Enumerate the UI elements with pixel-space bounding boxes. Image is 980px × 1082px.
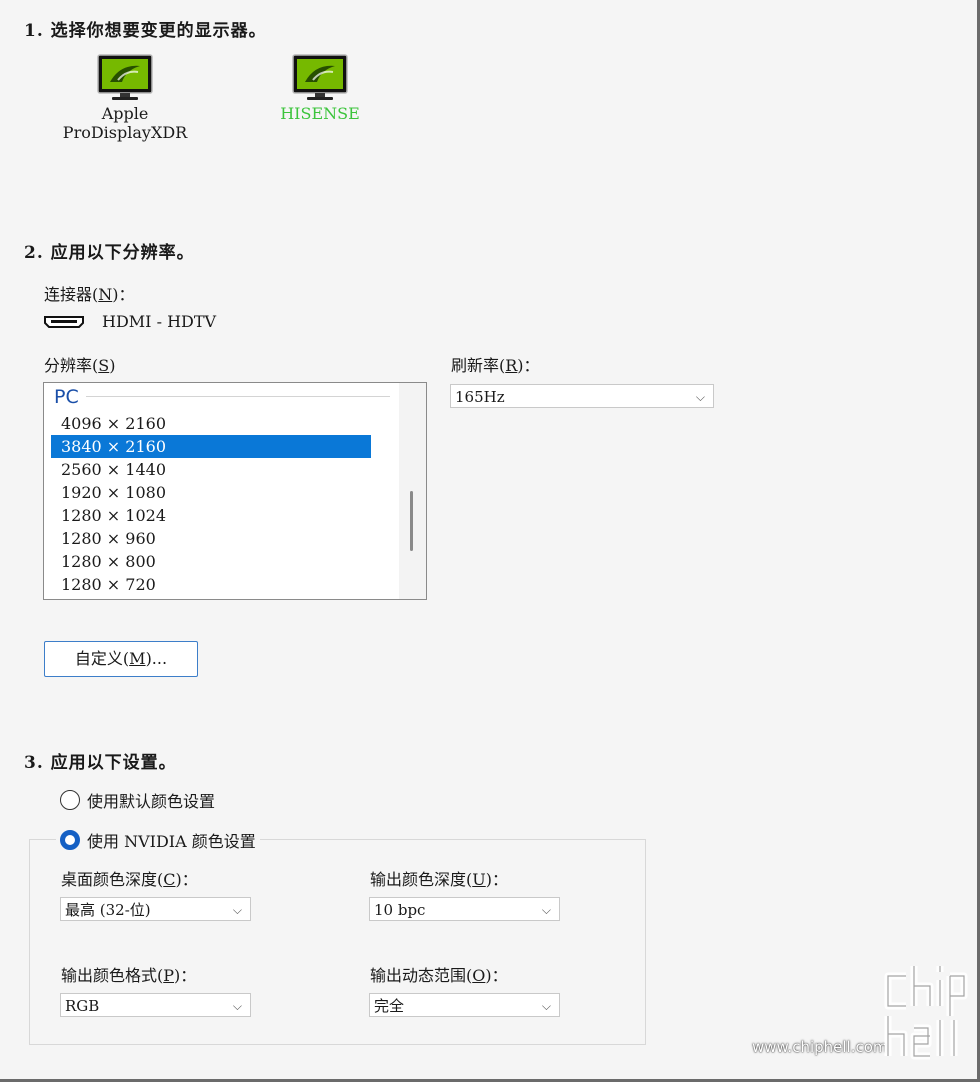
section3-title: 3. 应用以下设置。 (24, 753, 177, 773)
section1-title: 1. 选择你想要变更的显示器。 (24, 21, 267, 41)
desktop-color-depth-value: 最高 (32-位) (65, 901, 151, 919)
hdmi-connector-icon (44, 314, 84, 333)
chevron-down-icon: ⌵ (541, 903, 551, 917)
output-color-format-label: 输出颜色格式(P)： (61, 966, 197, 985)
radio-default-color[interactable]: 使用默认颜色设置 (60, 788, 215, 812)
output-dynamic-range-select[interactable]: 完全 ⌵ (369, 993, 560, 1017)
display-name: HISENSE (280, 104, 360, 123)
resolution-row[interactable]: 1280 × 720 (51, 573, 371, 596)
output-color-format-select[interactable]: RGB ⌵ (60, 993, 251, 1017)
radio-nvidia-color[interactable]: 使用 NVIDIA 颜色设置 (56, 828, 260, 852)
display-apple-prodisplayxdr[interactable]: Apple ProDisplayXDR (45, 54, 205, 142)
watermark-url: www.chiphell.com (752, 1038, 888, 1056)
output-dynamic-range-label: 输出动态范围(O)： (370, 966, 508, 985)
chevron-down-icon: ⌵ (541, 999, 551, 1013)
radio-button[interactable] (60, 790, 80, 810)
refresh-rate-label: 刷新率(R)： (451, 356, 540, 375)
chiphell-logo (878, 964, 968, 1068)
radio-default-label: 使用默认颜色设置 (87, 792, 216, 811)
display-hisense[interactable]: HISENSE (240, 54, 400, 123)
output-color-depth-select[interactable]: 10 bpc ⌵ (369, 897, 560, 921)
chevron-down-icon: ⌵ (232, 903, 242, 917)
scrollbar-thumb[interactable] (410, 491, 413, 551)
resolution-listbox[interactable]: PC 4096 × 2160 3840 × 2160 2560 × 1440 1… (43, 382, 427, 600)
resolution-label: 分辨率(S) (44, 356, 116, 375)
connector-value: HDMI - HDTV (102, 312, 217, 331)
nvidia-monitor-icon (96, 54, 154, 102)
desktop-color-depth-label: 桌面颜色深度(C)： (61, 870, 198, 889)
output-dynamic-range-value: 完全 (374, 997, 405, 1015)
radio-button-selected[interactable] (60, 830, 80, 850)
resolution-row[interactable]: 1280 × 800 (51, 550, 371, 573)
refresh-rate-select[interactable]: 165Hz ⌵ (450, 384, 714, 408)
output-color-depth-label: 输出颜色深度(U)： (370, 870, 508, 889)
resolution-row[interactable]: 2560 × 1440 (51, 458, 371, 481)
output-color-depth-value: 10 bpc (374, 901, 426, 919)
resolution-row[interactable]: 1280 × 960 (51, 527, 371, 550)
chevron-down-icon: ⌵ (695, 390, 705, 404)
resolution-list: 4096 × 2160 3840 × 2160 2560 × 1440 1920… (51, 412, 371, 596)
resolution-row[interactable]: 4096 × 2160 (51, 412, 371, 435)
radio-nvidia-label: 使用 NVIDIA 颜色设置 (87, 832, 256, 851)
group-divider (86, 396, 390, 397)
resolution-row[interactable]: 1280 × 1024 (51, 504, 371, 527)
desktop-color-depth-select[interactable]: 最高 (32-位) ⌵ (60, 897, 251, 921)
resolution-row[interactable]: 1920 × 1080 (51, 481, 371, 504)
output-color-format-value: RGB (65, 997, 100, 1015)
connector-label: 连接器(N)： (44, 285, 135, 304)
display-name: Apple ProDisplayXDR (62, 104, 188, 142)
chevron-down-icon: ⌵ (232, 999, 242, 1013)
resolution-group-header: PC (54, 386, 79, 408)
section2-title: 2. 应用以下分辨率。 (24, 243, 195, 263)
nvidia-monitor-icon (291, 54, 349, 102)
refresh-rate-value: 165Hz (455, 388, 505, 406)
resolution-row-selected[interactable]: 3840 × 2160 (51, 435, 371, 458)
custom-resolution-button[interactable]: 自定义(M)... (44, 641, 198, 677)
scrollbar-track[interactable] (399, 383, 426, 599)
